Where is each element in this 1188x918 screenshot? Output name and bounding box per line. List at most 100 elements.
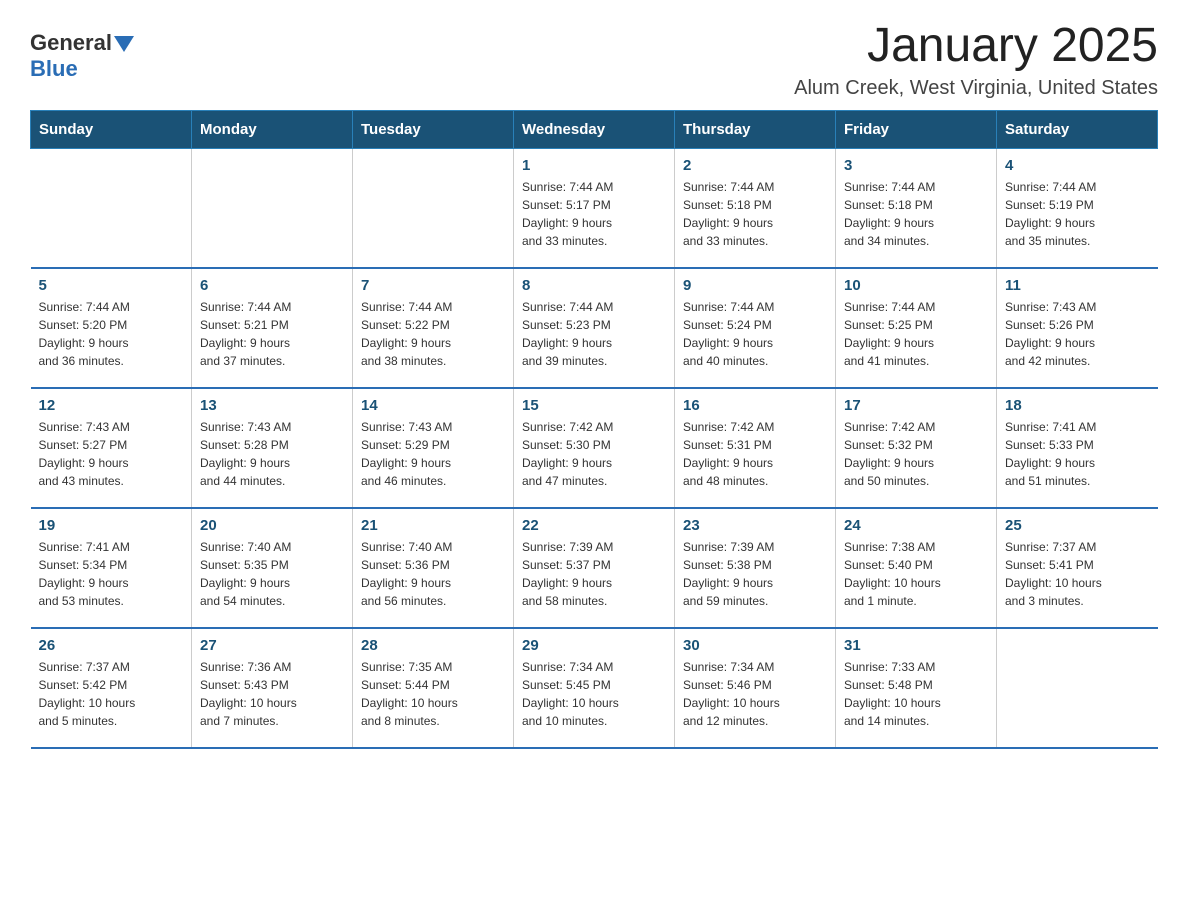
calendar-cell: 23 Sunrise: 7:39 AM Sunset: 5:38 PM Dayli…	[675, 508, 836, 628]
calendar-cell: 16 Sunrise: 7:42 AM Sunset: 5:31 PM Dayli…	[675, 388, 836, 508]
day-info: Sunrise: 7:39 AM Sunset: 5:37 PM Dayligh…	[522, 538, 666, 610]
calendar-cell: 24 Sunrise: 7:38 AM Sunset: 5:40 PM Dayli…	[836, 508, 997, 628]
day-number: 29	[522, 637, 666, 654]
calendar-cell: 15Sunrise: 7:42 AM Sunset: 5:30 PM Dayli…	[514, 388, 675, 508]
day-number: 21	[361, 517, 505, 534]
calendar-cell: 1Sunrise: 7:44 AM Sunset: 5:17 PM Daylig…	[514, 148, 675, 268]
calendar-cell: 19 Sunrise: 7:41 AM Sunset: 5:34 PM Dayli…	[31, 508, 192, 628]
day-number: 16	[683, 397, 827, 414]
calendar-cell	[31, 148, 192, 268]
day-number: 31	[844, 637, 988, 654]
day-info: Sunrise: 7:44 AM Sunset: 5:19 PM Dayligh…	[1005, 178, 1150, 250]
calendar-week-row: 1Sunrise: 7:44 AM Sunset: 5:17 PM Daylig…	[31, 148, 1158, 268]
weekday-header-row: Sunday Monday Tuesday Wednesday Thursday…	[31, 110, 1158, 148]
calendar-cell	[997, 628, 1158, 748]
day-info: Sunrise: 7:39 AM Sunset: 5:38 PM Dayligh…	[683, 538, 827, 610]
calendar-cell: 3 Sunrise: 7:44 AM Sunset: 5:18 PM Daylig…	[836, 148, 997, 268]
calendar-cell: 27 Sunrise: 7:36 AM Sunset: 5:43 PM Dayli…	[192, 628, 353, 748]
header-thursday: Thursday	[675, 110, 836, 148]
day-number: 23	[683, 517, 827, 534]
calendar-cell	[353, 148, 514, 268]
logo: General Blue	[30, 30, 134, 82]
header-tuesday: Tuesday	[353, 110, 514, 148]
day-info: Sunrise: 7:44 AM Sunset: 5:18 PM Dayligh…	[844, 178, 988, 250]
day-number: 10	[844, 277, 988, 294]
day-number: 6	[200, 277, 344, 294]
header-saturday: Saturday	[997, 110, 1158, 148]
day-number: 11	[1005, 277, 1150, 294]
calendar-cell: 6Sunrise: 7:44 AM Sunset: 5:21 PM Daylig…	[192, 268, 353, 388]
calendar-header: Sunday Monday Tuesday Wednesday Thursday…	[31, 110, 1158, 148]
calendar-week-row: 19 Sunrise: 7:41 AM Sunset: 5:34 PM Dayli…	[31, 508, 1158, 628]
calendar-cell: 9Sunrise: 7:44 AM Sunset: 5:24 PM Daylig…	[675, 268, 836, 388]
page-subtitle: Alum Creek, West Virginia, United States	[794, 77, 1158, 100]
day-number: 17	[844, 397, 988, 414]
calendar-cell: 7Sunrise: 7:44 AM Sunset: 5:22 PM Daylig…	[353, 268, 514, 388]
day-number: 30	[683, 637, 827, 654]
calendar-cell: 25 Sunrise: 7:37 AM Sunset: 5:41 PM Dayli…	[997, 508, 1158, 628]
day-info: Sunrise: 7:38 AM Sunset: 5:40 PM Dayligh…	[844, 538, 988, 610]
calendar-cell: 29 Sunrise: 7:34 AM Sunset: 5:45 PM Dayli…	[514, 628, 675, 748]
calendar-cell: 31 Sunrise: 7:33 AM Sunset: 5:48 PM Dayli…	[836, 628, 997, 748]
day-info: Sunrise: 7:40 AM Sunset: 5:35 PM Dayligh…	[200, 538, 344, 610]
header-friday: Friday	[836, 110, 997, 148]
calendar-cell: 4 Sunrise: 7:44 AM Sunset: 5:19 PM Daylig…	[997, 148, 1158, 268]
calendar-cell: 14Sunrise: 7:43 AM Sunset: 5:29 PM Dayli…	[353, 388, 514, 508]
header: General Blue January 2025 Alum Creek, We…	[30, 20, 1158, 100]
day-info: Sunrise: 7:37 AM Sunset: 5:41 PM Dayligh…	[1005, 538, 1150, 610]
day-number: 19	[39, 517, 184, 534]
day-number: 26	[39, 637, 184, 654]
day-info: Sunrise: 7:40 AM Sunset: 5:36 PM Dayligh…	[361, 538, 505, 610]
calendar-week-row: 26 Sunrise: 7:37 AM Sunset: 5:42 PM Dayli…	[31, 628, 1158, 748]
day-number: 5	[39, 277, 184, 294]
day-info: Sunrise: 7:42 AM Sunset: 5:32 PM Dayligh…	[844, 418, 988, 490]
day-info: Sunrise: 7:44 AM Sunset: 5:18 PM Dayligh…	[683, 178, 827, 250]
header-sunday: Sunday	[31, 110, 192, 148]
day-info: Sunrise: 7:41 AM Sunset: 5:33 PM Dayligh…	[1005, 418, 1150, 490]
day-info: Sunrise: 7:44 AM Sunset: 5:17 PM Dayligh…	[522, 178, 666, 250]
day-number: 2	[683, 157, 827, 174]
title-area: January 2025 Alum Creek, West Virginia, …	[794, 20, 1158, 100]
calendar-cell: 13Sunrise: 7:43 AM Sunset: 5:28 PM Dayli…	[192, 388, 353, 508]
calendar-cell: 30Sunrise: 7:34 AM Sunset: 5:46 PM Dayli…	[675, 628, 836, 748]
day-number: 8	[522, 277, 666, 294]
day-number: 18	[1005, 397, 1150, 414]
day-number: 28	[361, 637, 505, 654]
day-info: Sunrise: 7:42 AM Sunset: 5:31 PM Dayligh…	[683, 418, 827, 490]
day-info: Sunrise: 7:35 AM Sunset: 5:44 PM Dayligh…	[361, 658, 505, 730]
calendar-table: Sunday Monday Tuesday Wednesday Thursday…	[30, 110, 1158, 750]
day-info: Sunrise: 7:43 AM Sunset: 5:27 PM Dayligh…	[39, 418, 184, 490]
day-number: 22	[522, 517, 666, 534]
day-number: 4	[1005, 157, 1150, 174]
calendar-cell: 22 Sunrise: 7:39 AM Sunset: 5:37 PM Dayli…	[514, 508, 675, 628]
day-info: Sunrise: 7:44 AM Sunset: 5:23 PM Dayligh…	[522, 298, 666, 370]
logo-blue: Blue	[30, 56, 78, 81]
day-info: Sunrise: 7:37 AM Sunset: 5:42 PM Dayligh…	[39, 658, 184, 730]
calendar-cell: 2 Sunrise: 7:44 AM Sunset: 5:18 PM Daylig…	[675, 148, 836, 268]
calendar-cell	[192, 148, 353, 268]
calendar-cell: 12 Sunrise: 7:43 AM Sunset: 5:27 PM Dayli…	[31, 388, 192, 508]
page-title: January 2025	[794, 20, 1158, 73]
calendar-cell: 8 Sunrise: 7:44 AM Sunset: 5:23 PM Daylig…	[514, 268, 675, 388]
day-number: 3	[844, 157, 988, 174]
day-number: 27	[200, 637, 344, 654]
day-info: Sunrise: 7:43 AM Sunset: 5:28 PM Dayligh…	[200, 418, 344, 490]
day-number: 14	[361, 397, 505, 414]
calendar-cell: 10Sunrise: 7:44 AM Sunset: 5:25 PM Dayli…	[836, 268, 997, 388]
day-number: 12	[39, 397, 184, 414]
day-info: Sunrise: 7:44 AM Sunset: 5:20 PM Dayligh…	[39, 298, 184, 370]
day-info: Sunrise: 7:44 AM Sunset: 5:22 PM Dayligh…	[361, 298, 505, 370]
header-monday: Monday	[192, 110, 353, 148]
day-info: Sunrise: 7:36 AM Sunset: 5:43 PM Dayligh…	[200, 658, 344, 730]
day-number: 25	[1005, 517, 1150, 534]
logo-text: General Blue	[30, 30, 134, 82]
calendar-cell: 5 Sunrise: 7:44 AM Sunset: 5:20 PM Daylig…	[31, 268, 192, 388]
day-number: 24	[844, 517, 988, 534]
day-info: Sunrise: 7:43 AM Sunset: 5:26 PM Dayligh…	[1005, 298, 1150, 370]
day-info: Sunrise: 7:41 AM Sunset: 5:34 PM Dayligh…	[39, 538, 184, 610]
calendar-week-row: 12 Sunrise: 7:43 AM Sunset: 5:27 PM Dayli…	[31, 388, 1158, 508]
day-info: Sunrise: 7:33 AM Sunset: 5:48 PM Dayligh…	[844, 658, 988, 730]
calendar-cell: 21 Sunrise: 7:40 AM Sunset: 5:36 PM Dayli…	[353, 508, 514, 628]
calendar-cell: 26 Sunrise: 7:37 AM Sunset: 5:42 PM Dayli…	[31, 628, 192, 748]
day-info: Sunrise: 7:34 AM Sunset: 5:45 PM Dayligh…	[522, 658, 666, 730]
